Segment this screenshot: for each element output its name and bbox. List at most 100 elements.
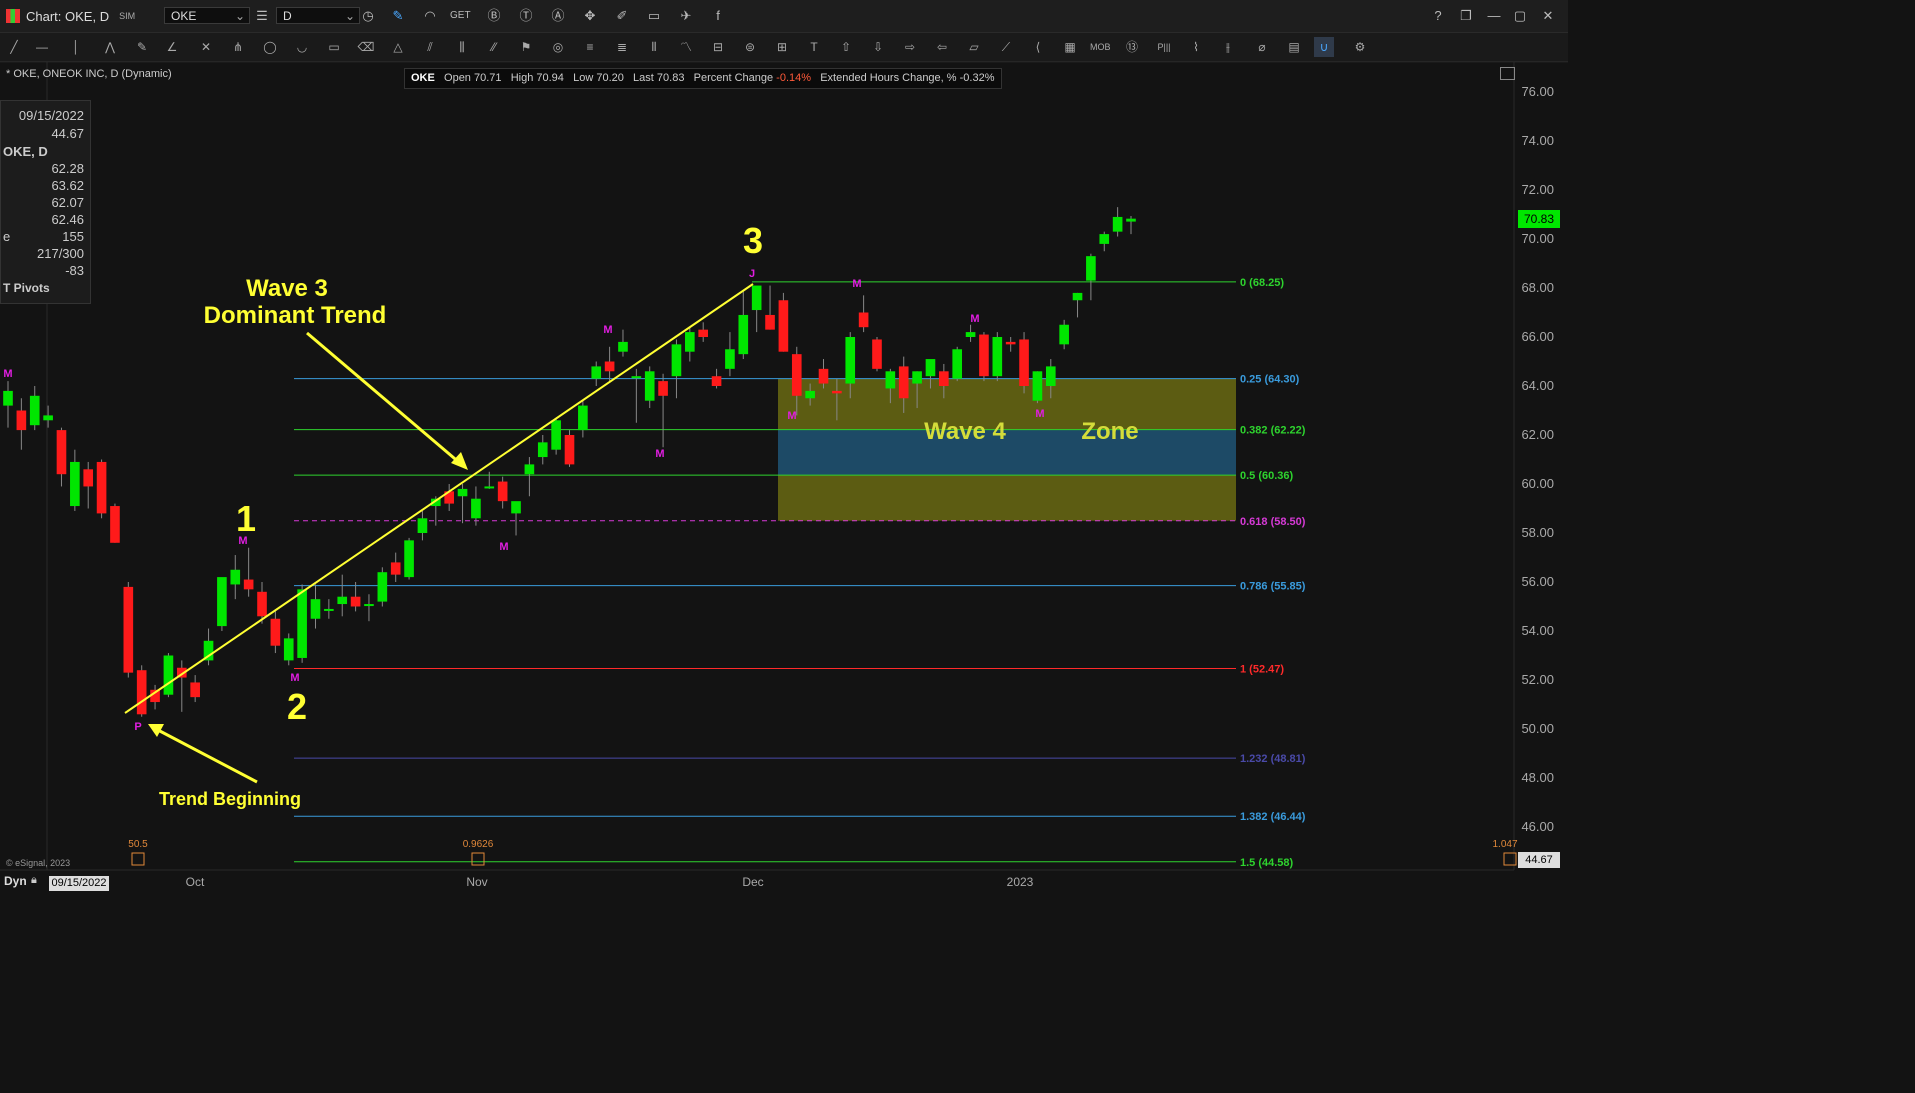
trend-beginning-caption: Trend Beginning: [159, 789, 301, 809]
fib-levels: 0 (68.25) 0.25 (64.30) 0.382 (62.22) 0.5 (6…: [294, 277, 1306, 869]
chat-tool-icon[interactable]: ▤: [1284, 37, 1304, 57]
candle-body: [150, 689, 160, 703]
restore-icon[interactable]: ❐: [1456, 6, 1476, 26]
bars-tool-icon[interactable]: ⫼: [452, 37, 472, 57]
b-icon[interactable]: Ⓑ: [484, 6, 504, 26]
candle-body: [163, 655, 174, 695]
twitter-icon[interactable]: ✈: [676, 6, 696, 26]
mid-event-marker[interactable]: [471, 852, 485, 866]
price-axis-tick: 72.00: [1521, 182, 1554, 197]
text-tool-icon[interactable]: T: [804, 37, 824, 57]
symbol-list-icon[interactable]: ☰: [252, 6, 272, 26]
brush-tool-icon[interactable]: ✎: [132, 37, 152, 57]
candle-body: [1086, 256, 1096, 281]
time-axis-label: Nov: [466, 875, 487, 889]
price-axis-tick: 74.00: [1521, 133, 1554, 148]
cycles-tool-icon[interactable]: ⫲: [1218, 37, 1238, 57]
chevron-down-icon[interactable]: ⌄: [235, 8, 245, 25]
pivot-m-marker: M: [655, 448, 664, 460]
left-event-marker[interactable]: [131, 852, 145, 866]
gann-tool-icon[interactable]: ⊞: [772, 37, 792, 57]
counter-tool-icon[interactable]: ⑬: [1122, 37, 1142, 57]
price-axis-tick: 48.00: [1521, 770, 1554, 785]
zigzag-tool-icon[interactable]: ⋀: [100, 37, 120, 57]
horizontal-line-icon[interactable]: —: [32, 37, 52, 57]
eraser-all-icon[interactable]: ⌀: [1252, 37, 1272, 57]
symbol-input[interactable]: OKE ⌄: [164, 7, 250, 24]
interval-input[interactable]: D ⌄: [276, 7, 360, 24]
price-axis: 76.00 74.00 72.00 70.00 68.00 66.00 64.00 62.00…: [1521, 84, 1554, 834]
vertical-line-icon[interactable]: │: [66, 37, 86, 57]
clock-icon[interactable]: ◷: [358, 6, 378, 26]
mob-tool-icon[interactable]: MOB: [1090, 37, 1111, 57]
close-icon[interactable]: ✕: [1538, 6, 1558, 26]
candle-body: [1045, 366, 1056, 386]
price-axis-tick: 54.00: [1521, 623, 1554, 638]
grid-tool-icon[interactable]: ▦: [1060, 37, 1080, 57]
arrow-down-icon[interactable]: ⇩: [868, 37, 888, 57]
shape-tool-icon[interactable]: ▱: [964, 37, 984, 57]
t-icon[interactable]: Ⓣ: [516, 6, 536, 26]
pencil-icon[interactable]: ✎: [388, 6, 408, 26]
title-bar: Chart: OKE, D SIM OKE ⌄ ☰ D ⌄ ◷ ✎ ◠ GET …: [0, 0, 1568, 33]
comment-icon[interactable]: ▭: [644, 6, 664, 26]
candle-body: [979, 334, 989, 377]
chart-type-icon[interactable]: ◠: [420, 6, 440, 26]
chevron-down-icon[interactable]: ⌄: [345, 8, 355, 25]
target-tool-icon[interactable]: ◎: [548, 37, 568, 57]
a-icon[interactable]: Ⓐ: [548, 6, 568, 26]
fib-retracement-icon[interactable]: ≡: [580, 37, 600, 57]
arc-tool-icon[interactable]: ◡: [292, 37, 312, 57]
fib-level-label: 1.5 (44.58): [1240, 857, 1294, 869]
triangle-tool-icon[interactable]: △: [388, 37, 408, 57]
fib-extension-icon[interactable]: ≣: [612, 37, 632, 57]
pitchfork-icon[interactable]: ⋔: [228, 37, 248, 57]
get-icon[interactable]: GET: [450, 6, 471, 26]
ellipse-tool-icon[interactable]: ◯: [260, 37, 280, 57]
arrow-up-icon[interactable]: ⇧: [836, 37, 856, 57]
magnet-tool-icon[interactable]: ✥: [580, 6, 600, 26]
magnet-icon[interactable]: ∪: [1314, 37, 1334, 57]
eraser-icon[interactable]: ⌫: [356, 37, 376, 57]
candle-body: [457, 488, 468, 497]
candle-body: [791, 354, 802, 396]
pattern-tool-icon[interactable]: ⌇: [1186, 37, 1206, 57]
rectangle-tool-icon[interactable]: ▭: [324, 37, 344, 57]
wave-tool-icon[interactable]: 〽: [676, 37, 696, 57]
ext-change-label: Extended Hours Change, %: [820, 72, 957, 84]
angle-tool-icon[interactable]: ∠: [162, 37, 182, 57]
note-icon[interactable]: ✐: [612, 6, 632, 26]
facebook-icon[interactable]: f: [708, 6, 728, 26]
price-chart[interactable]: 0 (68.25) 0.25 (64.30) 0.382 (62.22) 0.5 (6…: [0, 0, 1568, 895]
channel-tool-icon[interactable]: ⫽: [420, 37, 440, 57]
line-tool-icon[interactable]: ╱: [4, 37, 24, 57]
data-window-high: 63.62: [51, 178, 84, 193]
flag-tool-icon[interactable]: ⚑: [516, 37, 536, 57]
cross-tool-icon[interactable]: ✕: [196, 37, 216, 57]
parallel-tool-icon[interactable]: ⁄⁄: [484, 37, 504, 57]
arrow-left-icon[interactable]: ⇦: [932, 37, 952, 57]
drawing-toolbar: ╱ — │ ⋀ ✎ ∠ ✕ ⋔ ◯ ◡ ▭ ⌫ △ ⫽ ⫼ ⁄⁄ ⚑ ◎ ≡ ≣…: [0, 33, 1568, 62]
help-icon[interactable]: ?: [1428, 6, 1448, 26]
zone-upper-band: [778, 378, 1236, 430]
pivot-m-marker: M: [852, 278, 861, 290]
candle-body: [618, 341, 628, 352]
high-value: 70.94: [536, 72, 564, 84]
chart-restore-icon[interactable]: [1500, 67, 1515, 80]
lock-icon[interactable]: 🔒︎: [31, 874, 37, 887]
maximize-icon[interactable]: ▢: [1510, 6, 1530, 26]
minimize-icon[interactable]: —: [1484, 6, 1504, 26]
wave3-trendline: [124, 283, 754, 714]
box-tool-icon[interactable]: ⊟: [708, 37, 728, 57]
settings-tool-icon[interactable]: ⚙: [1350, 37, 1370, 57]
time-zones-icon[interactable]: ⦀: [644, 37, 664, 57]
right-event-marker[interactable]: [1503, 852, 1517, 866]
pivots-tool-icon[interactable]: P|||: [1154, 37, 1174, 57]
arrow-right-icon[interactable]: ⇨: [900, 37, 920, 57]
price-axis-tick: 68.00: [1521, 280, 1554, 295]
range-tool-icon[interactable]: ⊜: [740, 37, 760, 57]
ruler-tool-icon[interactable]: ⟋: [996, 37, 1016, 57]
fan-tool-icon[interactable]: ⟨: [1028, 37, 1048, 57]
fib-level-label: 0.382 (62.22): [1240, 425, 1306, 437]
pct-change-value: -0.14%: [776, 72, 812, 84]
